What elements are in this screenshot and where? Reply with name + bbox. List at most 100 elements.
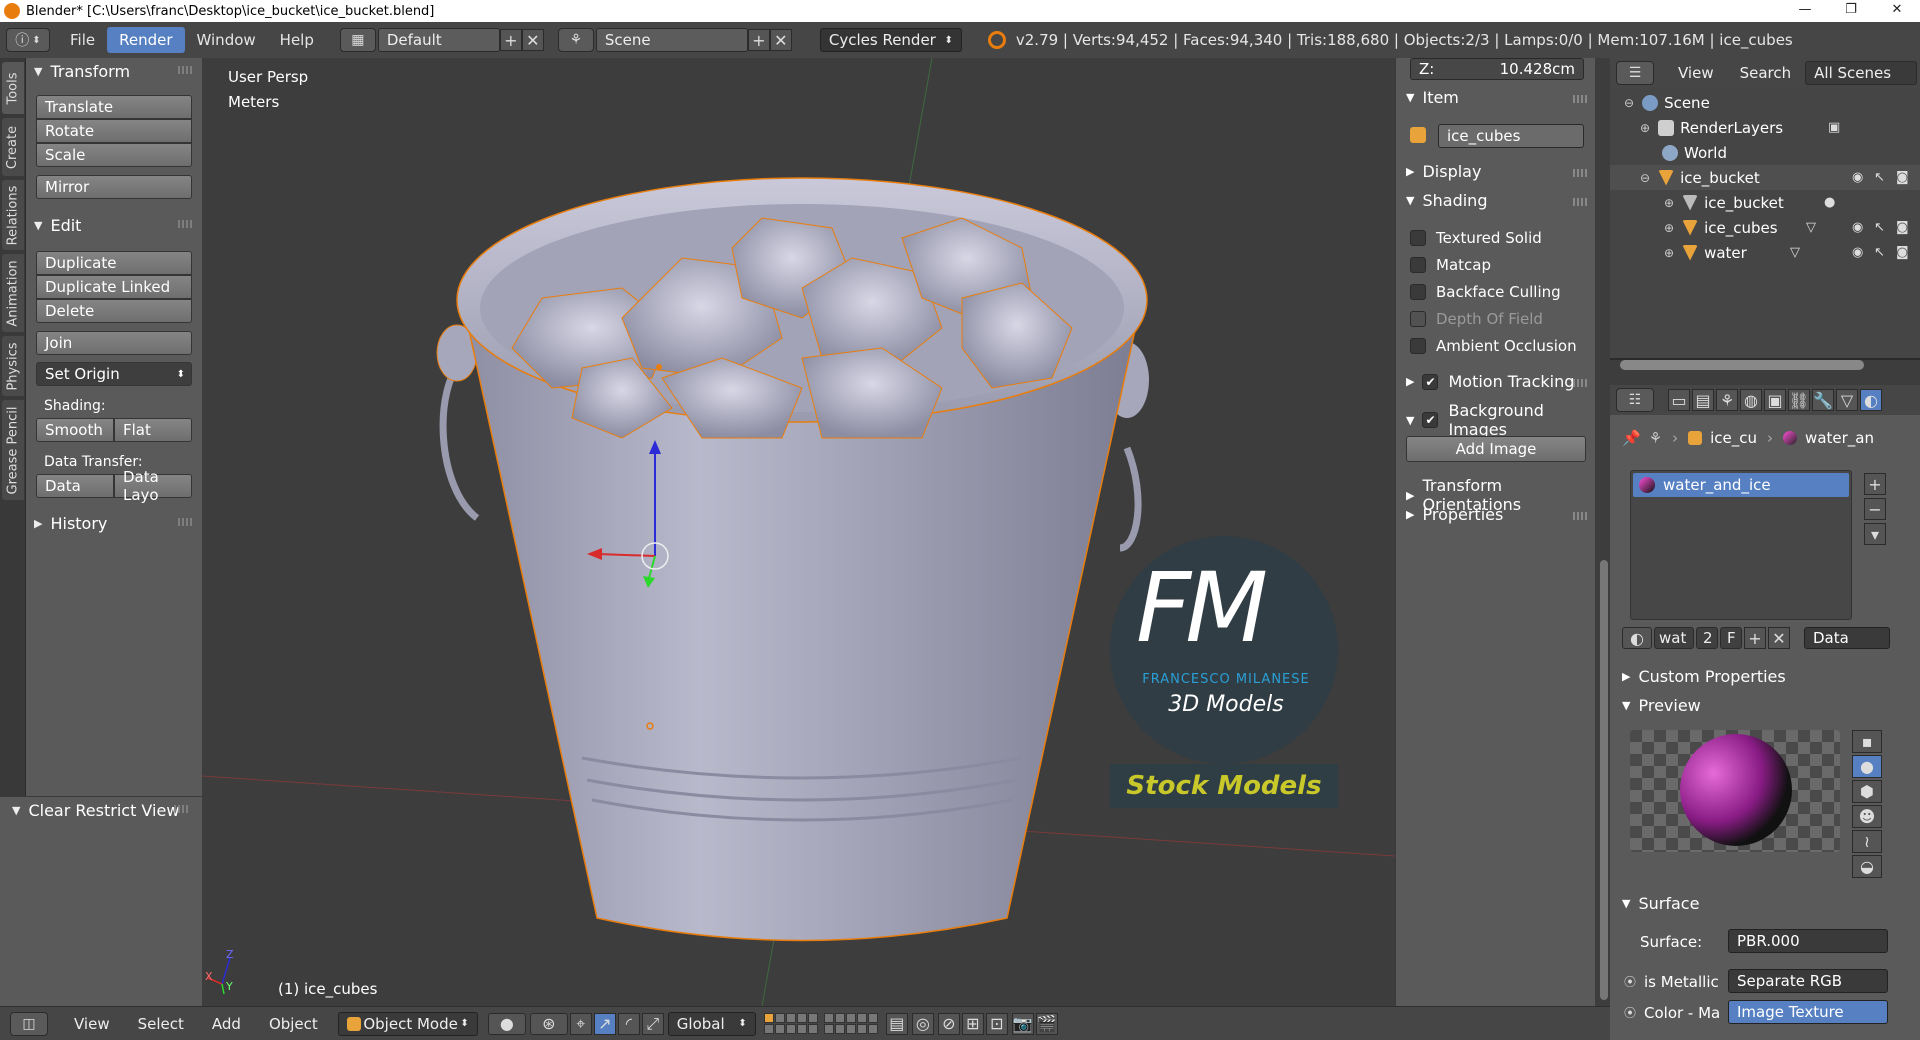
drag-grip-icon[interactable] (178, 518, 192, 526)
render-animation-icon[interactable]: 🎬 (1035, 1012, 1058, 1035)
add-screen-icon[interactable]: + (499, 29, 522, 51)
set-origin-dropdown[interactable]: Set Origin ⬍ (36, 362, 192, 386)
transform-panel-header[interactable]: ▼ Transform (26, 58, 202, 84)
item-panel-header[interactable]: ▼ Item (1406, 88, 1459, 107)
preview-monkey-icon[interactable]: ☻ (1852, 805, 1882, 828)
menu-render[interactable]: Render (107, 27, 185, 53)
render-tab-icon[interactable]: ▭ (1668, 389, 1690, 411)
duplicate-linked-button[interactable]: Duplicate Linked (36, 275, 192, 299)
expand-icon[interactable]: ⊕ (1664, 221, 1674, 235)
tab-animation[interactable]: Animation (2, 254, 24, 332)
expand-icon[interactable]: ⊕ (1664, 246, 1674, 260)
socket-icon[interactable]: ⦿ (1624, 973, 1636, 990)
is-metallic-input-dropdown[interactable]: Separate RGB (1728, 969, 1888, 993)
object-tab-icon[interactable]: ▣ (1764, 389, 1786, 411)
color-input-dropdown[interactable]: Image Texture (1728, 1000, 1888, 1024)
lock-camera-layers-icon[interactable]: ▤ (885, 1012, 908, 1035)
outliner-row-ice-cubes[interactable]: ⊕ ice_cubes ▽ ◉ ↖ ◙ (1610, 215, 1920, 240)
menu-add[interactable]: Add (198, 1015, 255, 1033)
rotate-manipulator-icon[interactable]: ◜ (617, 1012, 640, 1035)
smooth-button[interactable]: Smooth (36, 418, 114, 442)
snap-element-icon[interactable]: ⊞ (961, 1012, 984, 1035)
screen-layout-icon-button[interactable]: ▦ (339, 28, 376, 52)
collapse-icon[interactable]: ⊖ (1624, 96, 1634, 110)
selectable-cursor-icon[interactable]: ↖ (1874, 220, 1885, 235)
editor-type-3d-view-button[interactable]: ◫ (10, 1011, 48, 1036)
modifiers-tab-icon[interactable]: 🔧 (1812, 389, 1834, 411)
drag-grip-icon[interactable] (178, 220, 192, 228)
selectable-cursor-icon[interactable]: ↖ (1874, 245, 1885, 260)
matcap-checkbox[interactable]: Matcap (1410, 256, 1491, 274)
shading-panel-header[interactable]: ▼ Shading (1406, 191, 1487, 210)
expand-icon[interactable]: ⊕ (1664, 196, 1674, 210)
tab-grease-pencil[interactable]: Grease Pencil (2, 400, 24, 500)
scene-tab-icon[interactable]: ⚘ (1716, 389, 1738, 411)
proportional-editing-icon[interactable]: ◎ (911, 1012, 934, 1035)
render-layers-tab-icon[interactable]: ▤ (1692, 389, 1714, 411)
add-scene-icon[interactable]: + (747, 29, 770, 51)
backface-culling-checkbox[interactable]: Backface Culling (1410, 283, 1561, 301)
renderable-camera-icon[interactable]: ◙ (1896, 220, 1909, 235)
slot-specials-icon[interactable]: ▾ (1864, 523, 1886, 545)
tab-physics[interactable]: Physics (2, 336, 24, 396)
preview-sky-icon[interactable]: ◒ (1852, 855, 1882, 878)
drag-grip-icon[interactable] (1573, 95, 1587, 103)
minimize-button[interactable]: — (1782, 0, 1828, 22)
duplicate-button[interactable]: Duplicate (36, 251, 192, 275)
snap-target-icon[interactable]: ⊡ (985, 1012, 1008, 1035)
preview-cube-icon[interactable]: ⬢ (1852, 780, 1882, 803)
tab-create[interactable]: Create (2, 118, 24, 176)
outliner-view-menu[interactable]: View (1678, 64, 1714, 82)
material-slot-item[interactable]: water_and_ice (1633, 473, 1849, 497)
material-name-field[interactable]: wat (1654, 627, 1694, 649)
tab-tools[interactable]: Tools (2, 62, 24, 114)
menu-select[interactable]: Select (124, 1015, 198, 1033)
outliner-row-scene[interactable]: ⊖ Scene (1610, 90, 1920, 115)
display-panel-header[interactable]: ▶ Display (1406, 162, 1481, 181)
data-transfer-button[interactable]: Data (36, 474, 114, 498)
data-layout-button[interactable]: Data Layo (114, 468, 192, 504)
menu-help[interactable]: Help (268, 27, 326, 53)
outliner-display-mode[interactable]: All Scenes (1805, 61, 1918, 85)
object-name-field[interactable]: ice_cubes (1438, 124, 1584, 148)
screen-layout-field[interactable]: Default (377, 28, 500, 52)
drag-grip-icon[interactable] (178, 66, 192, 74)
render-opengl-icon[interactable]: 📷 (1011, 1012, 1034, 1035)
snap-toggle-icon[interactable]: ⊘ (937, 1012, 960, 1035)
scale-manipulator-icon[interactable]: ⤢ (641, 1012, 664, 1035)
remove-scene-icon[interactable]: ✕ (769, 29, 792, 51)
browse-material-icon[interactable]: ◐ (1622, 627, 1652, 649)
menu-object[interactable]: Object (255, 1015, 332, 1033)
surface-shader-dropdown[interactable]: PBR.000 (1728, 929, 1888, 953)
delete-button[interactable]: Delete (36, 299, 192, 323)
viewport-shading-icon[interactable]: ● (487, 1012, 526, 1035)
scene-field[interactable]: Scene (595, 28, 748, 52)
join-button[interactable]: Join (36, 331, 192, 355)
outliner-search-menu[interactable]: Search (1740, 64, 1792, 82)
transform-orientation-dropdown[interactable]: Global ⬍ (667, 1011, 756, 1036)
menu-window[interactable]: Window (185, 27, 268, 53)
collapse-icon[interactable]: ⊖ (1640, 171, 1650, 185)
restore-button[interactable]: ❐ (1828, 0, 1874, 22)
depth-of-field-checkbox[interactable]: Depth Of Field (1410, 310, 1543, 328)
menu-view[interactable]: View (60, 1015, 124, 1033)
flat-button[interactable]: Flat (114, 418, 192, 442)
scale-button[interactable]: Scale (36, 143, 192, 167)
visibility-eye-icon[interactable]: ◉ (1852, 245, 1863, 260)
new-material-icon[interactable]: + (1744, 627, 1766, 649)
editor-type-outliner-button[interactable]: ☰ (1616, 61, 1654, 85)
data-tab-icon[interactable]: ▽ (1836, 389, 1858, 411)
editor-type-properties-button[interactable]: ☷ (1616, 388, 1654, 412)
scene-icon-button[interactable]: ⚘ (557, 28, 594, 52)
drag-grip-icon[interactable] (174, 805, 188, 813)
history-panel-header[interactable]: ▶ History (26, 510, 202, 536)
location-z-field[interactable]: Z: 10.428cm (1410, 58, 1584, 80)
drag-grip-icon[interactable] (1573, 169, 1587, 177)
translate-button[interactable]: Translate (36, 95, 192, 119)
render-layer-toggle-icon[interactable]: ▣ (1828, 120, 1840, 135)
3d-viewport[interactable]: User Persp Meters (1) ice_cubes Z X Y FM… (202, 58, 1395, 1006)
custom-properties-panel-header[interactable]: ▶ Custom Properties (1622, 667, 1786, 686)
constraints-tab-icon[interactable]: ⛓ (1788, 389, 1810, 411)
ambient-occlusion-checkbox[interactable]: Ambient Occlusion (1410, 337, 1577, 355)
preview-plane-icon[interactable]: ▪ (1852, 730, 1882, 753)
